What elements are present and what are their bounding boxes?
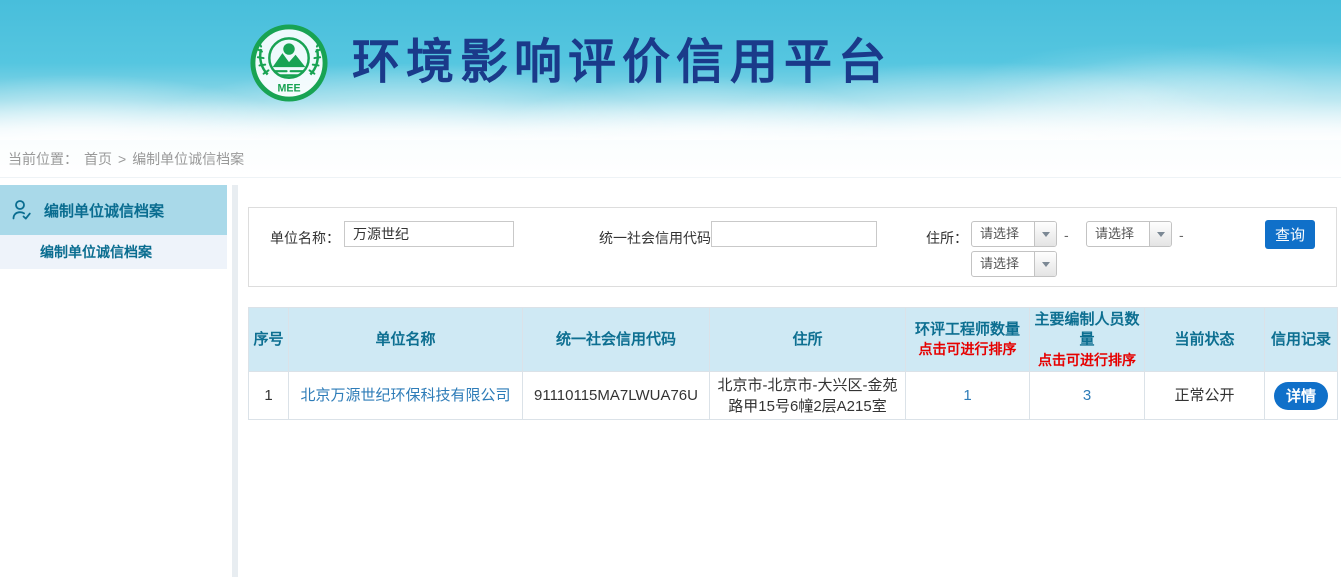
staff-count-link[interactable]: 3 xyxy=(1083,387,1091,404)
search-panel: 单位名称： 统一社会信用代码： 住所： 请选择 - 请选择 - 请选择 xyxy=(248,207,1337,287)
company-link[interactable]: 北京万源世纪环保科技有限公司 xyxy=(300,387,510,404)
col-staff-count-label: 主要编制人员数量 xyxy=(1034,311,1139,348)
breadcrumb: 当前位置： 首页 > 编制单位诚信档案 xyxy=(0,140,1341,178)
breadcrumb-prefix: 当前位置： xyxy=(8,149,78,169)
address-province-select[interactable]: 请选择 xyxy=(971,221,1057,247)
table-row: 1 北京万源世纪环保科技有限公司 91110115MA7LWUA76U 北京市-… xyxy=(249,372,1338,420)
sort-hint: 点击可进行排序 xyxy=(1031,351,1143,370)
col-company: 单位名称 xyxy=(289,308,523,372)
mee-logo-icon: MEE xyxy=(248,22,330,104)
sidebar-subitem-unit-credit-archive[interactable]: 编制单位诚信档案 xyxy=(0,235,227,269)
col-engineer-count-sortable[interactable]: 环评工程师数量 点击可进行排序 xyxy=(906,308,1030,372)
address-district-select[interactable]: 请选择 xyxy=(971,251,1057,277)
chevron-down-icon[interactable] xyxy=(1034,252,1056,276)
address-dash-1: - xyxy=(1064,227,1069,243)
breadcrumb-separator: > xyxy=(118,151,126,167)
sidebar-item-label: 编制单位诚信档案 xyxy=(44,200,164,221)
sidebar: 编制单位诚信档案 编制单位诚信档案 xyxy=(0,185,227,577)
brand: MEE 环境影响评价信用平台 xyxy=(248,22,892,104)
person-check-icon xyxy=(10,198,34,222)
cell-credit-code: 91110115MA7LWUA76U xyxy=(523,372,710,420)
breadcrumb-current: 编制单位诚信档案 xyxy=(132,149,244,169)
col-engineer-count-label: 环评工程师数量 xyxy=(915,321,1020,338)
col-address: 住所 xyxy=(710,308,906,372)
address-city-value: 请选择 xyxy=(1087,222,1149,246)
results-table: 序号 单位名称 统一社会信用代码 住所 环评工程师数量 点击可进行排序 主要编制… xyxy=(248,307,1338,420)
col-credit-code: 统一社会信用代码 xyxy=(523,308,710,372)
query-button[interactable]: 查询 xyxy=(1265,220,1315,249)
address-province-value: 请选择 xyxy=(972,222,1034,246)
company-name-input[interactable] xyxy=(344,221,514,247)
sort-hint: 点击可进行排序 xyxy=(907,340,1028,359)
sidebar-item-unit-credit-archive[interactable]: 编制单位诚信档案 xyxy=(0,185,227,235)
chevron-down-icon[interactable] xyxy=(1034,222,1056,246)
page: MEE 环境影响评价信用平台 当前位置： 首页 > 编制单位诚信档案 编制单位诚… xyxy=(0,0,1341,578)
sidebar-subitem-label: 编制单位诚信档案 xyxy=(40,242,152,262)
detail-button[interactable]: 详情 xyxy=(1274,382,1328,410)
main-panel: 单位名称： 统一社会信用代码： 住所： 请选择 - 请选择 - 请选择 xyxy=(238,185,1341,577)
company-name-label: 单位名称： xyxy=(270,228,340,248)
site-title: 环境影响评价信用平台 xyxy=(352,22,892,104)
col-credit-record: 信用记录 xyxy=(1265,308,1338,372)
credit-code-label: 统一社会信用代码： xyxy=(599,228,725,248)
chevron-down-icon[interactable] xyxy=(1149,222,1171,246)
cell-index: 1 xyxy=(249,372,289,420)
address-city-select[interactable]: 请选择 xyxy=(1086,221,1172,247)
address-dash-2: - xyxy=(1179,227,1184,243)
col-staff-count-sortable[interactable]: 主要编制人员数量 点击可进行排序 xyxy=(1030,308,1145,372)
table-header-row: 序号 单位名称 统一社会信用代码 住所 环评工程师数量 点击可进行排序 主要编制… xyxy=(249,308,1338,372)
col-status: 当前状态 xyxy=(1145,308,1265,372)
svg-text:MEE: MEE xyxy=(277,83,300,95)
address-label: 住所： xyxy=(926,228,968,248)
content: 编制单位诚信档案 编制单位诚信档案 单位名称： 统一社会信用代码： 住所： 请选… xyxy=(0,178,1341,577)
site-header: MEE 环境影响评价信用平台 xyxy=(0,0,1341,140)
cell-address: 北京市-北京市-大兴区-金苑路甲15号6幢2层A215室 xyxy=(710,372,906,420)
address-district-value: 请选择 xyxy=(972,252,1034,276)
credit-code-input[interactable] xyxy=(711,221,877,247)
engineer-count-link[interactable]: 1 xyxy=(963,387,971,404)
col-index: 序号 xyxy=(249,308,289,372)
cell-status: 正常公开 xyxy=(1145,372,1265,420)
breadcrumb-home-link[interactable]: 首页 xyxy=(84,149,112,169)
